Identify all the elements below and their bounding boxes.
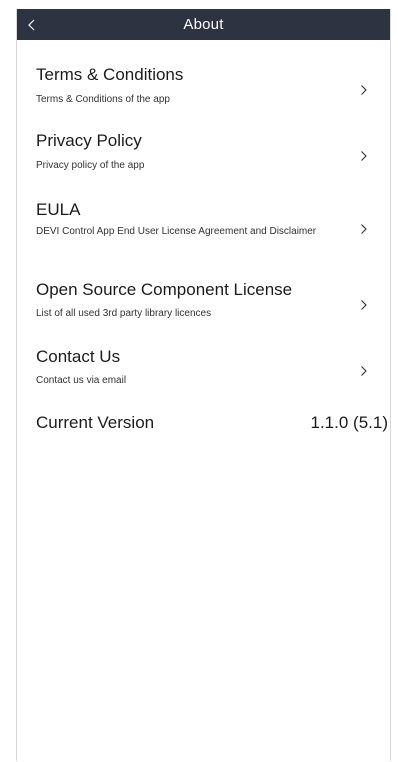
chevron-right-icon — [360, 149, 368, 161]
item-title: Contact Us — [36, 347, 121, 366]
chevron-right-icon — [360, 83, 368, 95]
item-subtitle: Terms & Conditions of the app — [36, 94, 170, 105]
chevron-right-icon — [360, 222, 368, 234]
version-row: Current Version 1.1.0 (5.1) — [17, 413, 390, 437]
list-item-terms[interactable]: Terms & Conditions Terms & Conditions of… — [17, 65, 390, 111]
item-title: Open Source Component License — [36, 280, 293, 299]
nav-header: About — [17, 9, 390, 40]
item-title: Privacy Policy — [36, 131, 142, 150]
app-frame: About Terms & Conditions Terms & Conditi… — [16, 9, 391, 761]
version-value: 1.1.0 (5.1) — [310, 413, 389, 432]
chevron-right-icon — [360, 298, 368, 310]
item-subtitle: DEVI Control App End User License Agreem… — [36, 226, 317, 237]
page-title: About — [183, 16, 224, 33]
item-subtitle: Privacy policy of the app — [36, 160, 145, 171]
list-item-eula[interactable]: EULA DEVI Control App End User License A… — [17, 200, 390, 258]
item-subtitle: Contact us via email — [36, 375, 127, 386]
version-label: Current Version — [36, 413, 155, 432]
item-title: EULA — [36, 200, 81, 219]
item-title: Terms & Conditions — [36, 65, 184, 84]
list-item-open-source[interactable]: Open Source Component License List of al… — [17, 280, 390, 326]
item-subtitle: List of all used 3rd party library licen… — [36, 308, 212, 319]
chevron-right-icon — [360, 364, 368, 376]
list-item-contact[interactable]: Contact Us Contact us via email — [17, 347, 390, 393]
list-item-privacy[interactable]: Privacy Policy Privacy policy of the app — [17, 131, 390, 177]
